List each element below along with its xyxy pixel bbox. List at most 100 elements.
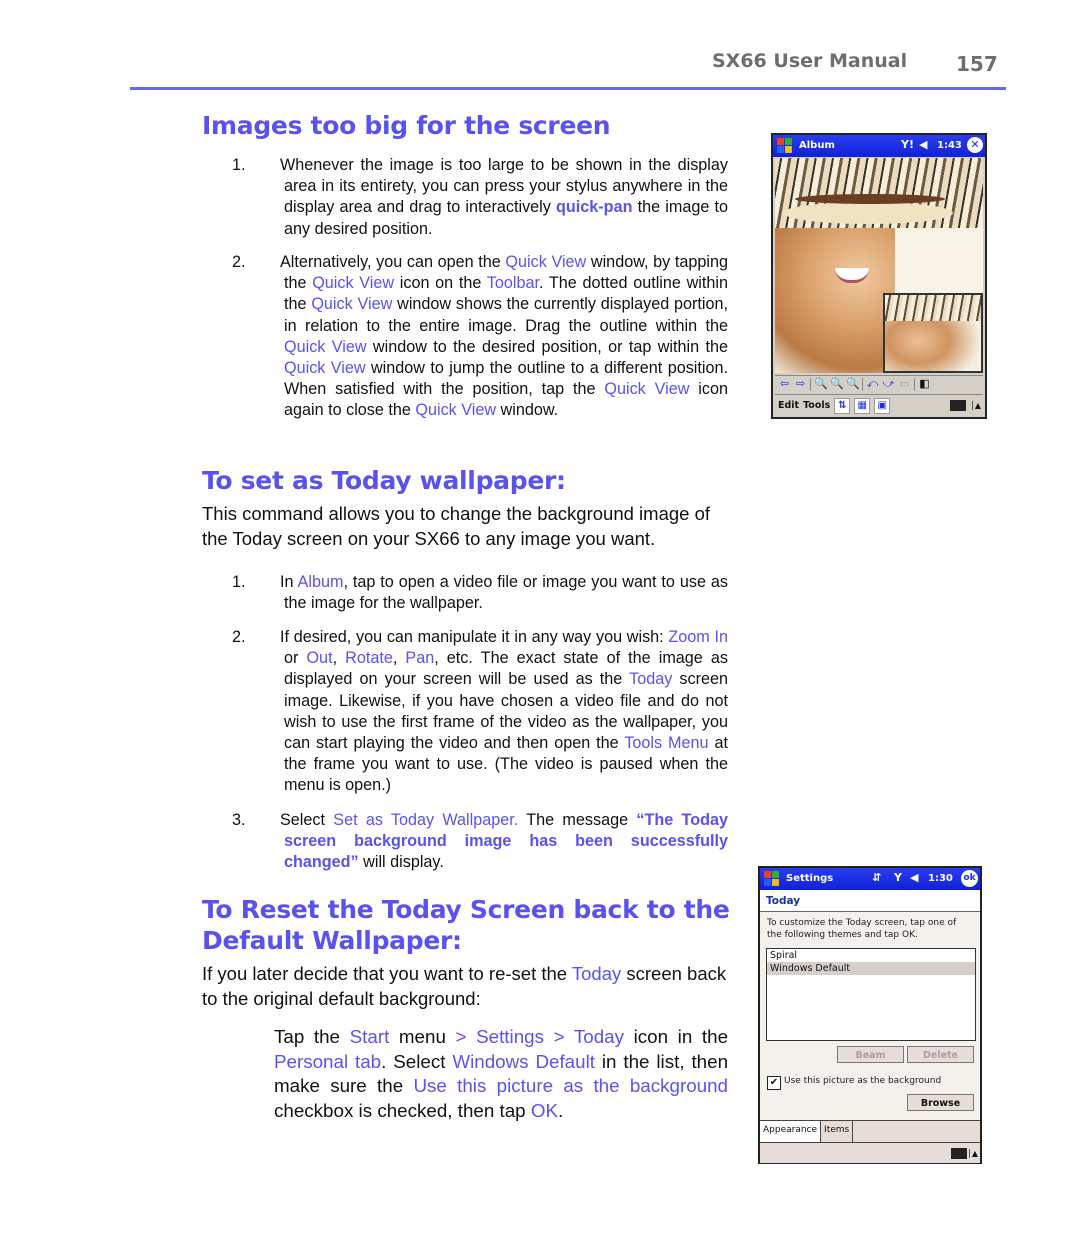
highlighted-term: Today bbox=[573, 1026, 624, 1047]
settings-title: Settings bbox=[786, 873, 834, 884]
beam-button[interactable]: Beam bbox=[837, 1046, 904, 1063]
list-item-text: 1. Whenever the image is too large to be … bbox=[232, 155, 728, 240]
highlighted-term: Out bbox=[306, 649, 333, 668]
text-run bbox=[565, 1026, 574, 1047]
photo-hat-band bbox=[795, 194, 945, 204]
section-heading-images-too-big: Images too big for the screen bbox=[202, 111, 611, 140]
theme-list[interactable]: Spiral Windows Default bbox=[766, 948, 976, 1041]
list-number: 2. bbox=[232, 628, 246, 646]
slideshow-icon[interactable]: ▣ bbox=[874, 397, 891, 414]
text-run: or bbox=[284, 649, 307, 668]
text-run bbox=[466, 1026, 476, 1047]
album-menu-bar: Edit Tools ⇅ ▦ ▣ ▲ bbox=[775, 394, 983, 416]
rotate-left-icon[interactable]: ⤺ bbox=[866, 378, 879, 391]
highlighted-term: Rotate bbox=[345, 649, 393, 668]
rotate-right-icon[interactable]: ⤻ bbox=[882, 378, 895, 391]
windows-start-icon[interactable] bbox=[763, 870, 780, 887]
list-number: 3. bbox=[232, 811, 246, 829]
back-arrow-icon[interactable]: ⇦ bbox=[778, 378, 791, 391]
toolbar-separator bbox=[862, 378, 863, 391]
menu-edit[interactable]: Edit bbox=[778, 400, 799, 411]
quick-view-hat bbox=[885, 295, 981, 321]
volume-icon[interactable]: ◀︎ bbox=[919, 138, 927, 151]
keyboard-icon[interactable] bbox=[951, 1147, 967, 1159]
highlighted-term: > bbox=[553, 1026, 565, 1047]
grid-view-icon[interactable]: ▦ bbox=[854, 397, 871, 414]
list-item: 3. Select Set as Today Wallpaper. The mes… bbox=[232, 810, 728, 874]
highlighted-term: Quick View bbox=[284, 359, 366, 378]
windows-start-icon[interactable] bbox=[776, 137, 793, 154]
text-run: Select bbox=[280, 811, 334, 829]
theme-list-item-selected[interactable]: Windows Default bbox=[767, 962, 975, 975]
quick-view-window[interactable] bbox=[883, 293, 983, 373]
text-run: icon in the bbox=[623, 1026, 729, 1047]
highlighted-term: Zoom In bbox=[668, 628, 728, 646]
text-run: will display. bbox=[358, 853, 444, 872]
close-icon[interactable]: ✕ bbox=[967, 137, 983, 153]
text-run: If you later decide that you want to re-… bbox=[202, 963, 572, 984]
highlighted-term: Quick View bbox=[604, 380, 690, 399]
text-run: checkbox is checked, then tap bbox=[274, 1099, 531, 1121]
browse-button[interactable]: Browse bbox=[907, 1094, 974, 1111]
zoom-fit-icon[interactable]: 🔍 bbox=[846, 378, 860, 391]
highlighted-term: OK bbox=[530, 1099, 558, 1121]
menu-tools[interactable]: Tools bbox=[803, 400, 830, 411]
text-run: window to the desired position, or tap w… bbox=[366, 337, 728, 356]
page-number: 157 bbox=[956, 52, 998, 76]
header-divider bbox=[130, 87, 1006, 90]
list-item-text: 2. Alternatively, you can open the Quick … bbox=[232, 252, 728, 422]
delete-button[interactable]: Delete bbox=[907, 1046, 974, 1063]
tab-items[interactable]: Items bbox=[821, 1121, 854, 1142]
list-item: 2. Alternatively, you can open the Quick … bbox=[232, 252, 728, 422]
settings-bottom-bar: ▲ bbox=[760, 1142, 980, 1163]
use-picture-checkbox-label[interactable]: Use this picture as the background bbox=[784, 1076, 941, 1086]
forward-arrow-icon[interactable]: ⇨ bbox=[794, 378, 807, 391]
section-heading-reset-today: To Reset the Today Screen back to the De… bbox=[202, 895, 730, 955]
use-picture-checkbox[interactable]: ✔ bbox=[767, 1076, 781, 1090]
theme-list-item[interactable]: Spiral bbox=[767, 949, 975, 962]
text-run: Alternatively, you can open the bbox=[280, 253, 506, 271]
highlighted-term: Start bbox=[349, 1026, 390, 1047]
text-run: Tap the bbox=[274, 1026, 350, 1047]
quick-view-icon[interactable]: ▭ bbox=[898, 378, 911, 391]
text-run: . bbox=[557, 1099, 564, 1121]
section-intro: If you later decide that you want to re-… bbox=[202, 962, 732, 1011]
text-run: window. bbox=[496, 401, 559, 420]
volume-icon[interactable]: ◀︎ bbox=[910, 871, 918, 884]
text-run: , tap to open a video file or image you … bbox=[284, 573, 728, 613]
highlighted-term: Use this picture as the background bbox=[413, 1075, 728, 1096]
zoom-in-icon[interactable]: 🔍 bbox=[830, 378, 844, 391]
album-photo[interactable] bbox=[775, 158, 983, 373]
photo-smile bbox=[835, 268, 869, 283]
list-item-text: 1. In Album, tap to open a video file or … bbox=[232, 572, 728, 614]
up-arrow-icon[interactable]: ▲ bbox=[972, 401, 983, 410]
keyboard-icon[interactable] bbox=[950, 400, 966, 411]
reset-steps: Tap the Start menu > Settings > Today ic… bbox=[274, 1025, 728, 1123]
clock[interactable]: 1:43 bbox=[937, 140, 962, 151]
list-item-text: 3. Select Set as Today Wallpaper. The mes… bbox=[232, 810, 728, 874]
highlighted-term: Today bbox=[629, 670, 673, 689]
settings-instructions: To customize the Today screen, tap one o… bbox=[767, 918, 957, 940]
zoom-out-icon[interactable]: 🔍 bbox=[814, 378, 828, 391]
album-title: Album bbox=[799, 140, 835, 151]
section-intro: This command allows you to change the ba… bbox=[202, 503, 711, 549]
highlighted-term: Today bbox=[571, 963, 622, 984]
toolbar-separator bbox=[914, 378, 915, 391]
highlighted-term: Set as Today Wallpaper. bbox=[333, 811, 519, 829]
text-run: . Select bbox=[381, 1050, 453, 1072]
photo-hat-brim bbox=[783, 202, 953, 224]
tab-appearance[interactable]: Appearance bbox=[760, 1121, 822, 1142]
connectivity-icon[interactable]: ⇵ bbox=[872, 871, 881, 884]
fullscreen-icon[interactable]: ◧ bbox=[918, 378, 931, 391]
signal-icon[interactable]: Y bbox=[894, 871, 902, 884]
highlighted-term: Quick View bbox=[312, 274, 395, 293]
sort-icon[interactable]: ⇅ bbox=[834, 397, 851, 414]
highlighted-term: Pan bbox=[405, 649, 435, 668]
highlighted-term: Album bbox=[297, 573, 344, 591]
clock[interactable]: 1:30 bbox=[928, 873, 953, 884]
list-item-text: 2. If desired, you can manipulate it in a… bbox=[232, 627, 728, 797]
ok-button[interactable]: ok bbox=[961, 870, 978, 887]
highlighted-term: Settings bbox=[476, 1026, 544, 1047]
signal-icon[interactable]: Y! bbox=[901, 138, 914, 151]
up-arrow-icon[interactable]: ▲ bbox=[969, 1148, 980, 1158]
